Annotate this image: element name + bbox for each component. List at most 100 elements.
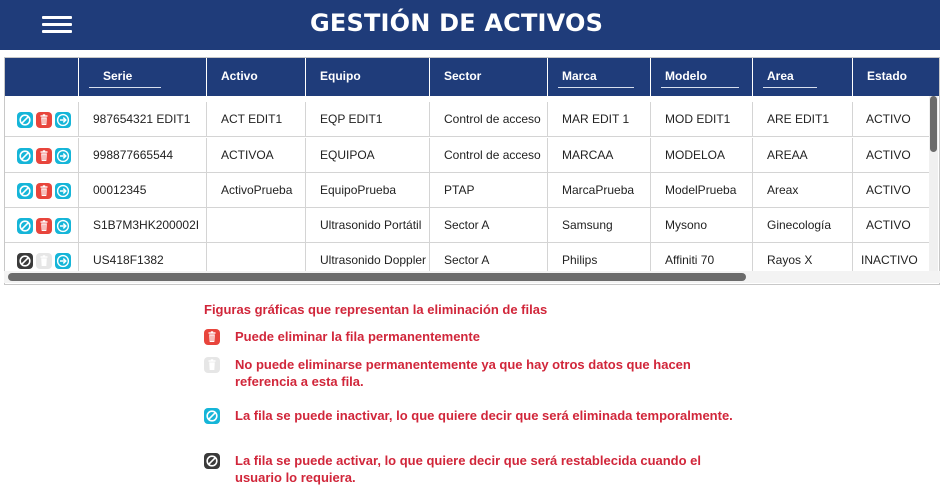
row-actions [5,102,79,137]
delete-icon[interactable] [36,112,52,128]
cell-value: ModelPrueba [665,183,737,197]
legend-item-text: No puede eliminarse permanentemente ya q… [235,357,691,389]
cell-value: EquipoPrueba [320,183,397,197]
cell-sector: Control de acceso [430,138,548,173]
cell-area: ARE EDIT1 [753,102,853,137]
cell-value: AREAA [767,148,808,162]
delete-icon[interactable] [36,148,52,164]
table-row: 998877665544 ACTIVOA EQUIPOA Control de acc… [5,138,933,173]
go-arrow-icon[interactable] [55,218,71,234]
cell-value: PTAP [444,183,475,197]
cell-estado: ACTIVO [853,173,939,208]
cell-value: S1B7M3HK200002I [93,218,200,232]
cell-value: 998877665544 [93,148,174,162]
cell-serie: S1B7M3HK200002I [79,208,207,243]
hamburger-menu-icon[interactable] [42,14,72,36]
table-row: S1B7M3HK200002I Ultrasonido Portátil Secto… [5,208,933,243]
go-arrow-icon[interactable] [55,183,71,199]
column-header-area[interactable]: Area [753,58,853,96]
horizontal-scroll-thumb[interactable] [8,273,746,281]
app-window: GESTIÓN DE ACTIVOS Serie Activo Equipo Sect… [0,0,952,504]
go-arrow-icon[interactable] [55,112,71,128]
column-header-label: Activo [221,69,258,83]
cell-value [207,253,221,267]
cell-modelo: ModelPrueba [651,173,753,208]
page-title: GESTIÓN DE ACTIVOS [310,9,604,37]
cell-value: ActivoPrueba [221,183,293,197]
cell-serie: 998877665544 [79,138,207,173]
column-header-modelo[interactable]: Modelo [651,58,753,96]
legend-title: Figuras gráficas que representan la elim… [204,302,548,317]
inactivate-icon[interactable] [17,183,33,199]
cell-value: Ultrasonido Doppler [320,253,427,267]
cell-value: ARE EDIT1 [767,112,830,126]
cell-value: MODELOA [665,148,726,162]
assets-table: Serie Activo Equipo Sector Marca Modelo Area Es… [4,57,940,285]
cell-value: MAR EDIT 1 [562,112,630,126]
activate-icon [204,453,220,469]
column-header-marca[interactable]: Marca [548,58,651,96]
cell-value: INACTIVO [861,253,918,267]
cell-sector: PTAP [430,173,548,208]
cell-value: Control de acceso [444,112,541,126]
cell-value: MARCAA [562,148,614,162]
delete-icon[interactable] [36,183,52,199]
activate-icon[interactable] [17,253,33,269]
go-arrow-icon[interactable] [55,253,71,269]
cell-value: Ginecología [767,218,832,232]
cell-sector: Control de acceso [430,102,548,137]
cell-serie: 987654321 EDIT1 [79,102,207,137]
table-row: 00012345 ActivoPrueba EquipoPrueba PTAP Marc… [5,173,933,208]
cell-value: ACTIVO [866,112,911,126]
row-actions [5,173,79,208]
cell-value: Affiniti 70 [665,253,715,267]
column-header-equipo[interactable]: Equipo [306,58,430,96]
go-arrow-icon[interactable] [55,148,71,164]
cell-value: Sector A [444,218,490,232]
cell-value: ACTIVO [866,148,911,162]
column-header-activo[interactable]: Activo [207,58,306,96]
column-header-label: Estado [867,69,908,83]
column-header-label: Equipo [320,69,361,83]
inactivate-icon[interactable] [17,112,33,128]
cell-equipo: EQP EDIT1 [306,102,430,137]
column-filter-underline [89,87,161,88]
column-header-label: Area [767,69,794,83]
cell-value: Areax [767,183,799,197]
column-header-label: Serie [103,69,133,83]
vertical-scroll-thumb[interactable] [930,96,937,152]
cell-activo [207,208,306,243]
inactivate-icon[interactable] [17,148,33,164]
vertical-scrollbar[interactable] [929,96,938,272]
column-header-sector[interactable]: Sector [430,58,548,96]
cell-value: US418F1382 [93,253,164,267]
horizontal-scrollbar[interactable] [4,271,940,283]
cell-marca: Samsung [548,208,651,243]
top-bar: GESTIÓN DE ACTIVOS [0,0,940,50]
column-header-estado[interactable]: Estado [853,58,939,96]
cell-value: EQUIPOA [320,148,375,162]
cell-estado: ACTIVO [853,208,939,243]
cell-value: EQP EDIT1 [320,112,383,126]
column-filter-underline [558,87,634,88]
delete-icon[interactable] [36,218,52,234]
inactivate-icon[interactable] [17,218,33,234]
column-header-label: Modelo [665,69,707,83]
cell-modelo: Mysono [651,208,753,243]
cell-value: ACTIVOA [221,148,274,162]
cell-value: 987654321 EDIT1 [93,112,191,126]
cell-value: ACTIVO [866,218,911,232]
column-header-label: Marca [562,69,597,83]
column-header-serie[interactable]: Serie [79,58,207,96]
delete-disabled-icon [204,357,220,373]
delete-disabled-icon [36,253,52,269]
cell-value: Mysono [665,218,708,232]
cell-equipo: EquipoPrueba [306,173,430,208]
legend-item-text: La fila se puede activar, lo que quiere … [235,453,702,485]
column-header-actions [5,58,79,96]
cell-value: ACTIVO [866,183,911,197]
cell-value: 00012345 [93,183,147,197]
legend-item-text: La fila se puede inactivar, lo que quier… [235,408,733,423]
cell-area: Areax [753,173,853,208]
cell-value [207,218,221,232]
